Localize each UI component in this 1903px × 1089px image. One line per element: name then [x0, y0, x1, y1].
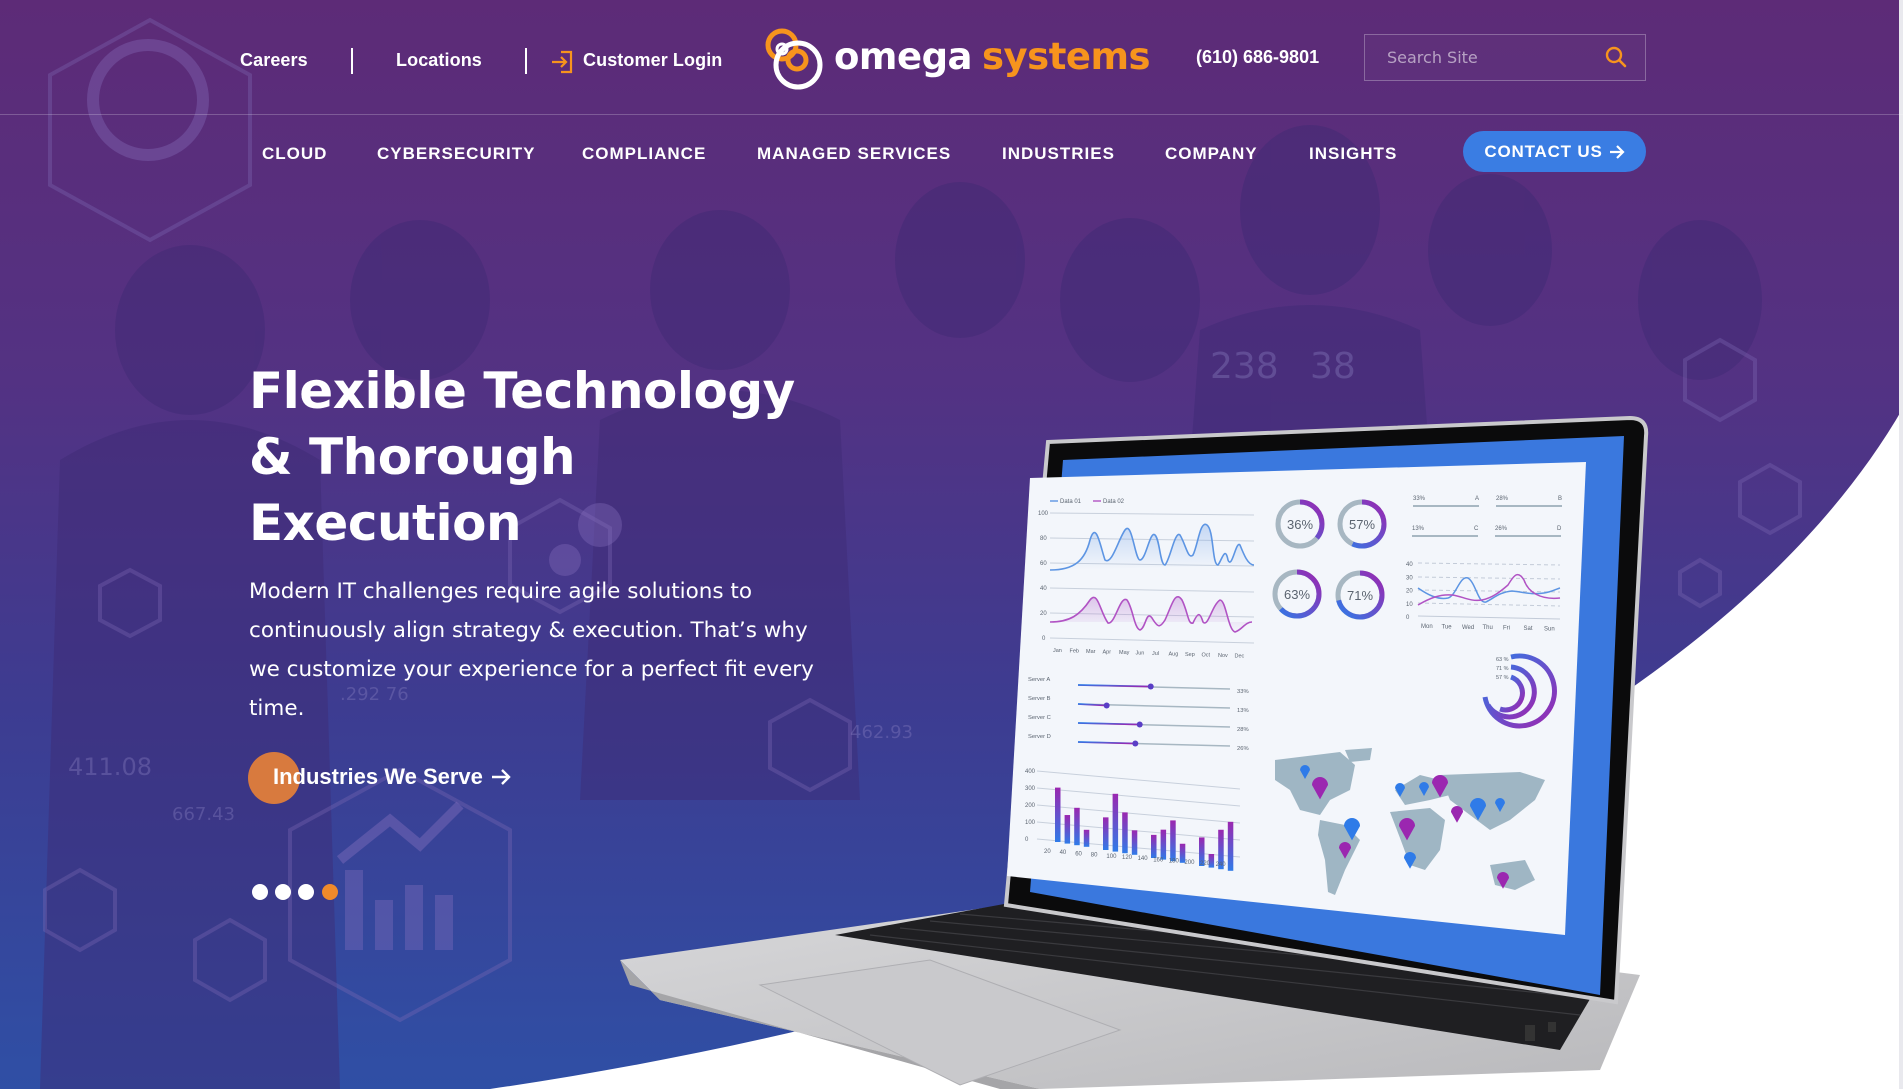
hero-title: Flexible Technology & Thorough Execution: [249, 358, 849, 556]
svg-text:411.08: 411.08: [68, 753, 152, 781]
hero-title-line: Execution: [249, 494, 522, 552]
svg-text:462.93: 462.93: [850, 722, 913, 743]
svg-text:667.43: 667.43: [172, 804, 235, 825]
carousel-dot-2[interactable]: [275, 884, 291, 900]
arrow-right-icon: [491, 769, 511, 785]
search-icon[interactable]: [1605, 46, 1627, 68]
svg-text:238: 238: [1210, 346, 1279, 387]
nav-managed-services[interactable]: MANAGED SERVICES: [757, 144, 951, 164]
nav-cloud[interactable]: CLOUD: [262, 144, 327, 164]
nav-insights[interactable]: INSIGHTS: [1309, 144, 1397, 164]
top-divider: [351, 48, 353, 74]
omega-systems-logo[interactable]: omega systems: [764, 26, 1151, 92]
carousel-dot-3[interactable]: [298, 884, 314, 900]
customer-login-link[interactable]: Customer Login: [583, 50, 722, 71]
nav-compliance[interactable]: COMPLIANCE: [582, 144, 706, 164]
nav-company[interactable]: COMPANY: [1165, 144, 1258, 164]
carousel-dot-4-active[interactable]: [322, 884, 338, 900]
hero-title-line: Flexible Technology: [249, 362, 795, 420]
carousel-dot-1[interactable]: [252, 884, 268, 900]
industries-we-serve-link[interactable]: Industries We Serve: [273, 764, 511, 790]
top-divider: [525, 48, 527, 74]
cta-label: Industries We Serve: [273, 764, 483, 789]
logo-text-systems: systems: [982, 34, 1151, 78]
header-divider: [0, 114, 1903, 115]
search-input[interactable]: [1365, 35, 1595, 79]
contact-us-button[interactable]: CONTACT US: [1463, 131, 1646, 172]
search-box: [1364, 34, 1646, 81]
arrow-right-icon: [1609, 144, 1625, 159]
logo-text-omega: omega: [834, 34, 973, 78]
locations-link[interactable]: Locations: [396, 50, 482, 71]
hero-title-line: & Thorough: [249, 428, 576, 486]
svg-text:38: 38: [1310, 346, 1356, 387]
hero-description: Modern IT challenges require agile solut…: [249, 579, 814, 721]
contact-us-label: CONTACT US: [1484, 141, 1603, 161]
nav-industries[interactable]: INDUSTRIES: [1002, 144, 1115, 164]
nav-cybersecurity[interactable]: CYBERSECURITY: [377, 144, 535, 164]
omega-logo-icon: [765, 28, 823, 90]
phone-number-link[interactable]: (610) 686-9801: [1196, 47, 1319, 68]
login-arrow-icon[interactable]: [551, 50, 573, 74]
careers-link[interactable]: Careers: [240, 50, 308, 71]
